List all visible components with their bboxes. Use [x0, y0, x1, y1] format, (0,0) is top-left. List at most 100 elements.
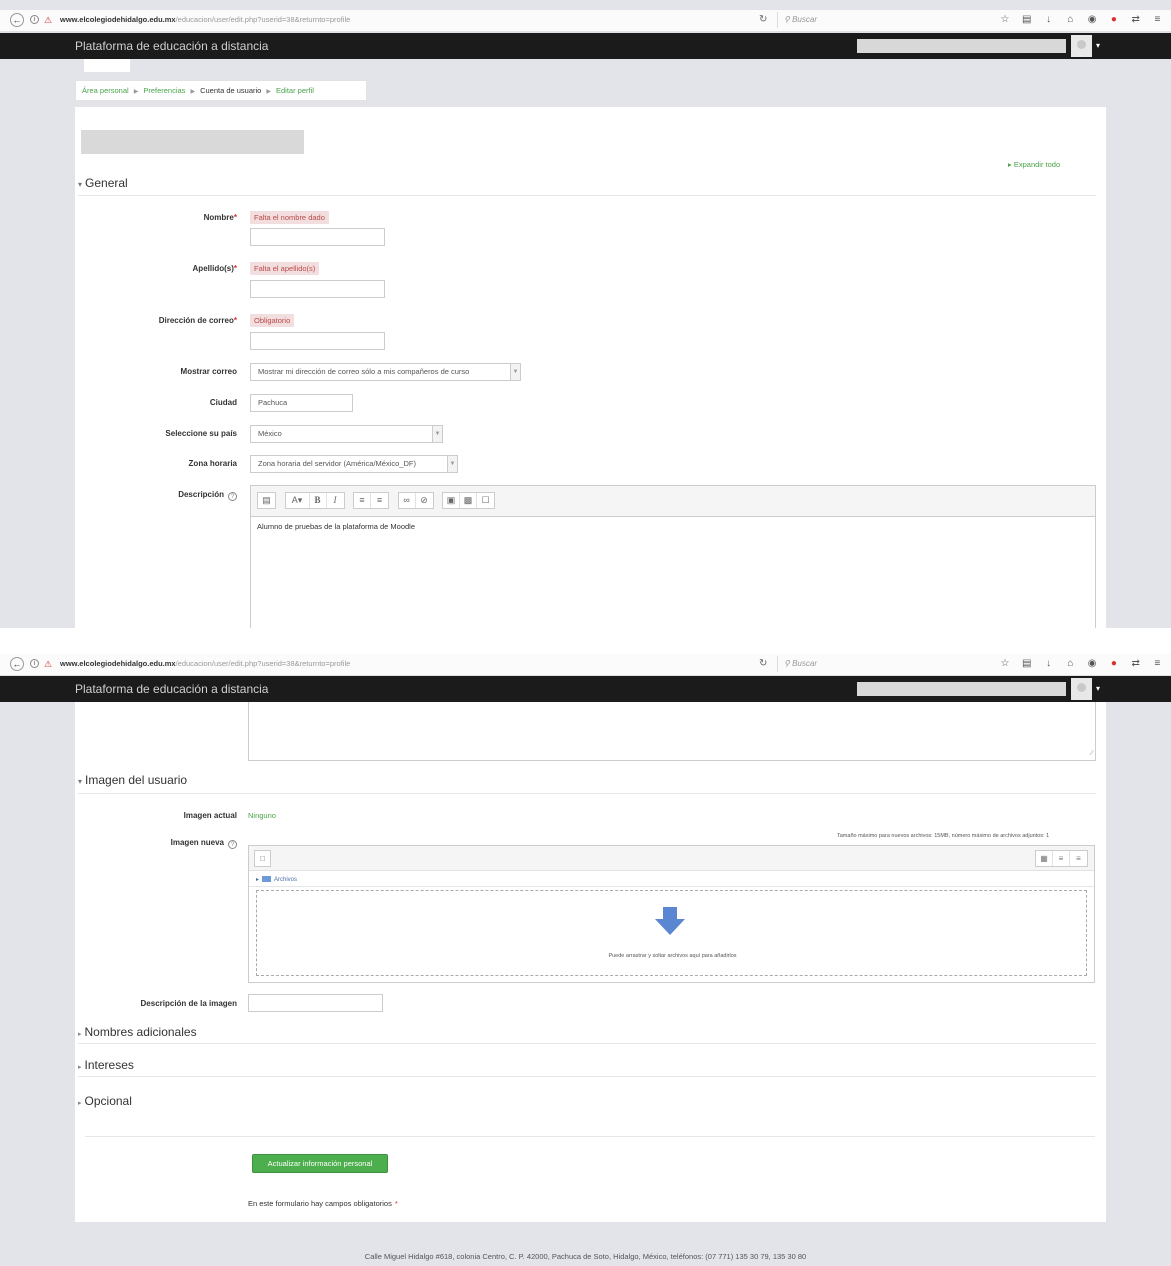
descripcion-imagen-input[interactable] — [248, 994, 383, 1012]
image-icon[interactable]: ▣ — [443, 493, 461, 508]
insecure-lock-icon[interactable]: ⚠ — [44, 15, 52, 25]
help-icon[interactable]: ? — [228, 492, 237, 501]
adblock-icon[interactable]: ● — [1106, 657, 1122, 671]
section-opcional[interactable]: ▸ Opcional — [78, 1094, 132, 1111]
bookmark-star-icon[interactable]: ☆ — [997, 13, 1013, 27]
breadcrumb-separator-icon: ▶ — [133, 89, 139, 95]
bold-icon[interactable]: B — [310, 493, 327, 508]
user-menu-caret-icon[interactable]: ▾ — [1096, 41, 1100, 51]
section-divider — [78, 195, 1096, 196]
bookmark-star-icon[interactable]: ☆ — [997, 657, 1013, 671]
section-imagen-header[interactable]: ▾ Imagen del usuario — [78, 773, 187, 789]
back-arrow-icon[interactable]: ← — [10, 13, 24, 27]
chevron-down-icon: ▼ — [510, 364, 520, 380]
email-input[interactable] — [250, 332, 385, 350]
redacted-user-name — [857, 682, 1066, 696]
breadcrumb-editar-perfil[interactable]: Editar perfil — [276, 86, 314, 95]
section-general-header[interactable]: ▾ General — [78, 176, 128, 192]
adblock-icon[interactable]: ● — [1106, 13, 1122, 27]
reading-list-icon[interactable]: ▤ — [1019, 657, 1035, 671]
nombre-error: Falta el nombre dado — [250, 211, 329, 224]
info-icon[interactable]: i — [30, 15, 39, 24]
section-general-title: General — [85, 176, 128, 190]
ciudad-input[interactable]: Pachuca — [250, 394, 353, 412]
user-menu-caret-icon[interactable]: ▾ — [1096, 684, 1100, 694]
link-icon[interactable]: ∞ — [399, 493, 416, 508]
resize-grip-icon[interactable]: ∕∕ — [1091, 750, 1093, 758]
user-avatar[interactable] — [1071, 678, 1092, 700]
redacted-user-name — [857, 39, 1066, 53]
apellido-input[interactable] — [250, 280, 385, 298]
ordered-list-icon[interactable]: ≡ — [371, 493, 388, 508]
home-icon[interactable]: ⌂ — [1062, 13, 1078, 27]
download-icon[interactable]: ↓ — [1041, 657, 1057, 671]
nombre-input[interactable] — [250, 228, 385, 246]
zona-label: Zona horaria — [188, 459, 237, 468]
breadcrumb-area-personal[interactable]: Área personal — [82, 86, 129, 95]
reading-list-icon[interactable]: ▤ — [1019, 13, 1035, 27]
section-nombres-adicionales[interactable]: ▸ Nombres adicionales — [78, 1025, 197, 1042]
browser-toolbar: ☆ ▤ ↓ ⌂ ◉ ● ⇄ ≡ — [997, 13, 1171, 27]
mostrar-correo-label: Mostrar correo — [180, 367, 237, 376]
mostrar-correo-select[interactable]: Mostrar mi dirección de correo sólo a mi… — [250, 363, 521, 381]
sync-icon[interactable]: ⇄ — [1128, 657, 1144, 671]
url-text[interactable]: www.elcolegiodehidalgo.edu.mx/educacion/… — [60, 659, 350, 669]
help-icon[interactable]: ? — [228, 840, 237, 849]
moodle-navbar: Plataforma de educación a distancia ▾ — [0, 676, 1171, 702]
italic-icon[interactable]: I — [327, 493, 344, 508]
unordered-list-icon[interactable]: ≡ — [354, 493, 372, 508]
reload-icon[interactable]: ↻ — [759, 658, 767, 670]
zona-select[interactable]: Zona horaria del servidor (América/Méxic… — [250, 455, 458, 473]
toolbar-toggle-icon[interactable]: ▤ — [258, 493, 275, 508]
site-brand[interactable]: Plataforma de educación a distancia — [75, 39, 268, 53]
nombre-label-text: Nombre — [203, 213, 234, 222]
insecure-lock-icon[interactable]: ⚠ — [44, 659, 52, 669]
reload-icon[interactable]: ↻ — [759, 14, 767, 26]
email-label: Dirección de correo* — [75, 316, 237, 326]
pocket-icon[interactable]: ◉ — [1084, 657, 1100, 671]
unlink-icon[interactable]: ⊘ — [416, 493, 433, 508]
back-arrow-icon[interactable]: ← — [10, 657, 24, 671]
dropzone-text: Puede arrastrar y soltar archivos aquí p… — [608, 953, 737, 959]
folder-path[interactable]: ▸ Archivos — [256, 876, 297, 884]
browser-search-input[interactable]: ⚲ Buscar — [777, 12, 977, 28]
section-intereses[interactable]: ▸ Intereses — [78, 1058, 134, 1075]
media-icon[interactable]: ▩ — [460, 493, 478, 508]
url-domain: www.elcolegiodehidalgo.edu.mx — [60, 659, 176, 668]
manage-files-icon[interactable]: ☐ — [477, 493, 494, 508]
pais-select[interactable]: México ▼ — [250, 425, 443, 443]
site-brand[interactable]: Plataforma de educación a distancia — [75, 682, 268, 696]
file-dropzone[interactable]: Puede arrastrar y soltar archivos aquí p… — [256, 890, 1087, 976]
download-icon[interactable]: ↓ — [1041, 13, 1057, 27]
menu-icon[interactable]: ≡ — [1149, 657, 1165, 671]
pocket-icon[interactable]: ◉ — [1084, 13, 1100, 27]
descripcion-editor-continued[interactable]: ∕∕ — [248, 702, 1096, 761]
chevron-down-icon: ▼ — [447, 456, 457, 472]
toolbar-group-links: ∞ ⊘ — [397, 492, 434, 509]
info-icon[interactable]: i — [30, 659, 39, 668]
menu-icon[interactable]: ≡ — [1149, 13, 1165, 27]
add-file-icon[interactable]: □ — [254, 850, 271, 867]
required-star-icon: * — [233, 264, 237, 273]
search-placeholder: Buscar — [792, 15, 817, 24]
user-avatar[interactable] — [1071, 35, 1092, 57]
home-icon[interactable]: ⌂ — [1062, 657, 1078, 671]
icons-view-icon[interactable]: ▦ — [1036, 851, 1053, 866]
browser-search-input[interactable]: ⚲ Buscar — [777, 656, 977, 672]
tree-view-icon[interactable]: ≡ — [1070, 851, 1087, 866]
update-profile-button[interactable]: Actualizar información personal — [252, 1154, 388, 1173]
descripcion-text[interactable]: Alumno de pruebas de la plataforma de Mo… — [251, 517, 1095, 537]
breadcrumb-cuenta[interactable]: Cuenta de usuario — [200, 86, 261, 95]
breadcrumb-preferencias[interactable]: Preferencias — [143, 86, 185, 95]
list-view-icon[interactable]: ≡ — [1053, 851, 1070, 866]
required-star-icon: * — [233, 316, 237, 325]
section-divider — [78, 793, 1096, 794]
paragraph-style-icon[interactable]: A▾ — [286, 493, 310, 508]
pais-value: México — [258, 429, 282, 438]
footer-address: Calle Miguel Hidalgo #618, colonia Centr… — [364, 1252, 807, 1261]
expand-all-link[interactable]: ▸ Expandir todo — [1008, 160, 1060, 170]
ciudad-label: Ciudad — [209, 398, 237, 407]
url-text[interactable]: www.elcolegiodehidalgo.edu.mx/educacion/… — [60, 15, 350, 25]
expanded-triangle-icon: ▾ — [78, 180, 83, 189]
sync-icon[interactable]: ⇄ — [1128, 13, 1144, 27]
